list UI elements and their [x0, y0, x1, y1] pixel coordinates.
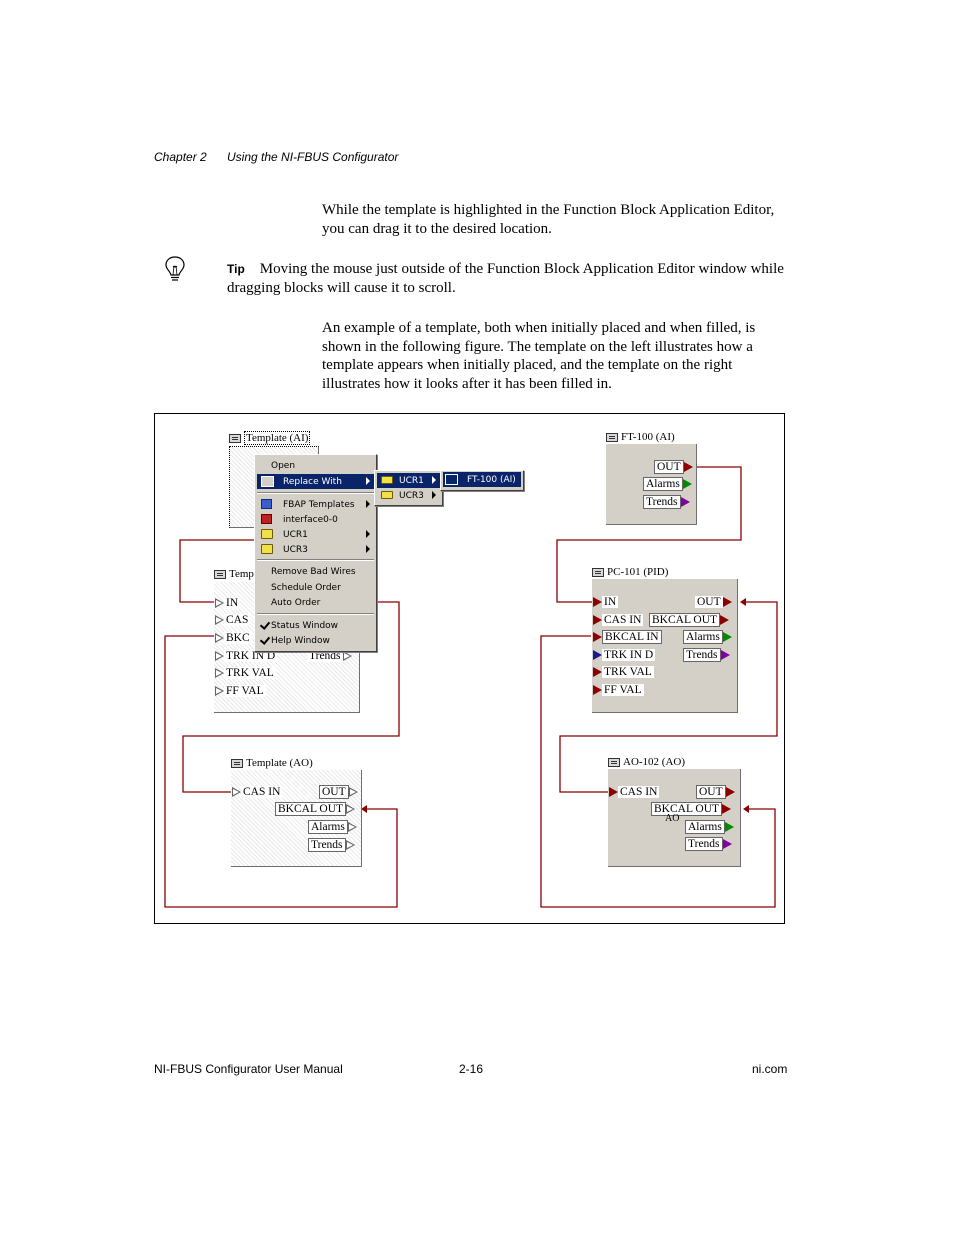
checkmark-icon: [259, 619, 271, 630]
pc101-title[interactable]: PC-101 (PID): [592, 565, 668, 579]
submenu-item-ucr3[interactable]: UCR3: [377, 488, 440, 503]
template-ai-title[interactable]: Template (AI): [229, 431, 311, 445]
ao102-port-out[interactable]: OUT: [696, 785, 735, 799]
menu-item-remove-bad-wires[interactable]: Remove Bad Wires: [257, 564, 374, 579]
submenu-ucr1: FT-100 (AI): [440, 470, 524, 491]
menu-item-schedule-order[interactable]: Schedule Order: [257, 580, 374, 595]
ao102-port-cas-in[interactable]: CAS IN: [609, 785, 660, 799]
ao102-port-bkcal-out[interactable]: BKCAL OUT: [651, 802, 732, 816]
ao-port-alarms[interactable]: Alarms: [308, 820, 357, 834]
ft100-port-out[interactable]: OUT: [654, 460, 693, 474]
function-block-icon: [214, 569, 226, 579]
tip-paragraph: Tip Moving the mouse just outside of the…: [227, 260, 787, 297]
pid-port-in[interactable]: IN: [215, 596, 241, 610]
templates-icon: [261, 499, 272, 509]
footer-website[interactable]: ni.com: [752, 1062, 787, 1076]
menu-item-help-window[interactable]: Help Window: [257, 633, 374, 648]
menu-item-open[interactable]: Open: [257, 458, 374, 473]
function-block-icon: [229, 433, 241, 443]
footer-manual-title: NI-FBUS Configurator User Manual: [154, 1062, 343, 1076]
checkmark-icon: [259, 634, 271, 645]
menu-item-replace-with[interactable]: Replace With: [257, 474, 374, 489]
folder-icon: [261, 544, 273, 554]
submenu-item-ft100[interactable]: FT-100 (AI): [443, 472, 521, 487]
ao102-port-trends[interactable]: Trends: [685, 837, 732, 851]
function-block-icon: [261, 476, 274, 487]
template-pid-title[interactable]: Temp: [214, 567, 254, 581]
menu-item-ucr3[interactable]: UCR3: [257, 542, 374, 557]
submenu-arrow-icon: [366, 477, 370, 485]
menu-separator: [257, 492, 374, 494]
ao102-title[interactable]: AO-102 (AO): [608, 755, 685, 769]
chapter-title: Using the NI-FBUS Configurator: [227, 150, 399, 164]
tip-label: Tip: [227, 262, 245, 276]
submenu-arrow-icon: [432, 491, 436, 499]
pc101-port-cas-in[interactable]: CAS IN: [593, 613, 644, 627]
function-block-icon: [445, 474, 458, 485]
submenu-item-ucr1[interactable]: UCR1: [377, 473, 440, 488]
ft100-port-trends[interactable]: Trends: [643, 495, 690, 509]
pc101-port-trends[interactable]: Trends: [683, 648, 730, 662]
submenu-arrow-icon: [366, 530, 370, 538]
pid-port-ff-val[interactable]: FF VAL: [215, 684, 266, 698]
ao-port-trends[interactable]: Trends: [308, 838, 355, 852]
chapter-label: Chapter 2: [154, 150, 207, 164]
ao-port-out[interactable]: OUT: [319, 785, 358, 799]
menu-item-interface[interactable]: interface0-0: [257, 512, 374, 527]
submenu-arrow-icon: [432, 476, 436, 484]
menu-item-ucr1[interactable]: UCR1: [257, 527, 374, 542]
menu-separator: [257, 559, 374, 561]
menu-item-status-window[interactable]: Status Window: [257, 618, 374, 633]
folder-icon: [261, 529, 273, 539]
pc101-port-trk-in-d[interactable]: TRK IN D: [593, 648, 656, 662]
ft100-port-alarms[interactable]: Alarms: [643, 477, 692, 491]
pc101-port-ff-val[interactable]: FF VAL: [593, 683, 644, 697]
pc101-port-in[interactable]: IN: [593, 595, 619, 609]
lightbulb-icon: [165, 256, 185, 281]
ao102-sub-label: AO: [665, 812, 680, 824]
footer-page-number: 2-16: [459, 1062, 484, 1076]
submenu-arrow-icon: [366, 545, 370, 553]
paragraph-template-example: An example of a template, both when init…: [322, 320, 756, 392]
pc101-port-bkcal-out[interactable]: BKCAL OUT: [649, 613, 730, 627]
pid-port-bkc[interactable]: BKC: [215, 631, 252, 645]
pid-port-cas[interactable]: CAS: [215, 613, 251, 627]
pc101-port-bkcal-in[interactable]: BKCAL IN: [593, 630, 662, 644]
tip-text: Moving the mouse just outside of the Fun…: [227, 261, 784, 296]
submenu-arrow-icon: [366, 500, 370, 508]
template-ao-title[interactable]: Template (AO): [231, 756, 313, 770]
function-block-icon: [608, 757, 620, 767]
menu-item-fbap-templates[interactable]: FBAP Templates: [257, 497, 374, 512]
ao-port-cas-in[interactable]: CAS IN: [232, 785, 283, 799]
paragraph-drag-template: While the template is highlighted in the…: [322, 202, 775, 237]
menu-separator: [257, 613, 374, 615]
function-block-icon: [592, 567, 604, 577]
pid-port-trk-val[interactable]: TRK VAL: [215, 666, 276, 680]
context-menu: Open Replace With FBAP Templates interfa…: [254, 454, 377, 652]
interface-icon: [261, 514, 272, 524]
submenu-replace-with: UCR1 UCR3: [374, 470, 443, 506]
ao102-port-alarms[interactable]: Alarms: [685, 820, 734, 834]
folder-icon: [381, 491, 393, 499]
pc101-port-out[interactable]: OUT: [695, 595, 732, 609]
function-block-icon: [231, 758, 243, 768]
pc101-port-trk-val[interactable]: TRK VAL: [593, 665, 654, 679]
menu-item-auto-order[interactable]: Auto Order: [257, 595, 374, 610]
ft100-title[interactable]: FT-100 (AI): [606, 430, 675, 444]
pc101-port-alarms[interactable]: Alarms: [683, 630, 732, 644]
template-figure: Template (AI) Temp IN CAS BKC TRK IN D T…: [154, 413, 785, 924]
ao-port-bkcal-out[interactable]: BKCAL OUT: [275, 802, 356, 816]
function-block-icon: [606, 432, 618, 442]
folder-icon: [381, 476, 393, 484]
